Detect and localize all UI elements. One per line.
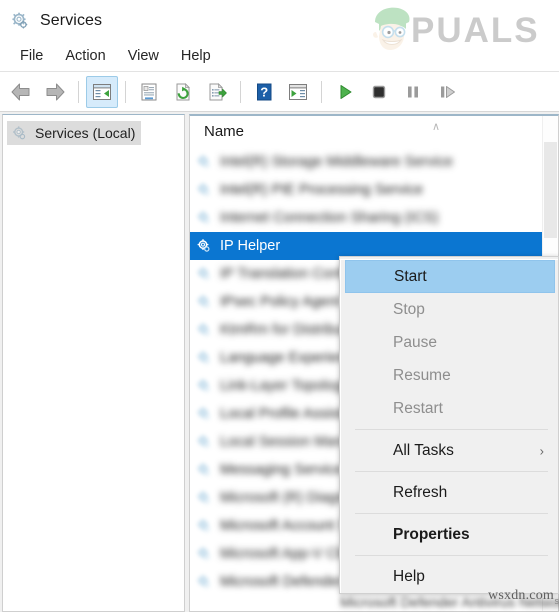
service-gear-icon (196, 462, 212, 478)
context-menu-item-label: Help (393, 567, 425, 585)
column-header-name[interactable]: Name (190, 123, 244, 140)
show-hide-tree-icon[interactable] (86, 75, 118, 108)
pause-service-icon[interactable] (397, 76, 429, 108)
forward-icon[interactable] (39, 76, 71, 108)
export-list-icon[interactable] (201, 76, 233, 108)
toolbar-separator-3 (240, 80, 241, 103)
service-name-label: Internet Connection Sharing (ICS) (220, 210, 439, 226)
stop-service-icon[interactable] (363, 76, 395, 108)
site-watermark: wsxdn.com (488, 588, 554, 603)
back-icon[interactable] (5, 76, 37, 108)
context-menu-item-properties[interactable]: Properties (341, 518, 558, 551)
toolbar-separator-2 (125, 80, 126, 103)
sidebar-item-label: Services (Local) (35, 125, 136, 141)
context-menu-item-restart: Restart (341, 392, 558, 425)
sidebar-item-services-local[interactable]: Services (Local) (7, 121, 142, 145)
start-service-icon[interactable] (329, 76, 361, 108)
service-gear-icon (196, 238, 212, 254)
services-gear-icon (10, 11, 30, 31)
service-gear-icon (196, 210, 212, 226)
context-menu-item-label: Pause (393, 333, 437, 351)
list-column-header: Name ∧ (190, 116, 558, 148)
context-menu-separator (355, 429, 548, 430)
toolbar-separator-1 (78, 80, 79, 103)
context-menu-item-all-tasks[interactable]: All Tasks › (341, 434, 558, 467)
context-menu-separator (355, 555, 548, 556)
sort-ascending-icon: ∧ (432, 121, 441, 133)
service-name-label: Messaging Service (220, 462, 343, 478)
service-gear-icon (196, 294, 212, 310)
service-gear-icon (196, 546, 212, 562)
context-menu-item-label: Restart (393, 399, 443, 417)
site-watermark-edge: s (554, 596, 559, 606)
service-gear-icon (196, 182, 212, 198)
service-gear-icon (196, 490, 212, 506)
context-menu-separator (355, 471, 548, 472)
title-bar: Services (0, 0, 559, 41)
context-menu-item-pause: Pause (341, 326, 558, 359)
toolbar: ? (0, 72, 559, 112)
service-gear-icon (196, 266, 212, 282)
context-menu-separator (355, 513, 548, 514)
menu-file[interactable]: File (9, 46, 54, 67)
context-menu-item-resume: Resume (341, 359, 558, 392)
service-gear-icon (196, 574, 212, 590)
service-gear-icon (196, 154, 212, 170)
service-gear-icon (196, 378, 212, 394)
context-menu-item-stop: Stop (341, 293, 558, 326)
service-name-label: IPsec Policy Agent (220, 294, 341, 310)
menu-bar: File Action View Help (0, 41, 559, 72)
table-row[interactable]: Intel(R) PIE Processing Service (190, 176, 558, 204)
help-icon[interactable]: ? (248, 76, 280, 108)
show-action-pane-icon[interactable] (282, 76, 314, 108)
service-name-label: IP Helper (220, 238, 281, 254)
service-gear-icon (196, 406, 212, 422)
refresh-icon[interactable] (167, 76, 199, 108)
services-window: Services File Action View Help ? Service… (0, 0, 559, 612)
service-gear-icon (196, 322, 212, 338)
table-row[interactable]: Internet Connection Sharing (ICS) (190, 204, 558, 232)
restart-service-icon[interactable] (431, 76, 463, 108)
context-menu-item-start[interactable]: Start (345, 260, 555, 293)
context-menu-item-label: Stop (393, 300, 425, 318)
table-row[interactable]: Intel(R) Storage Middleware Service (190, 148, 558, 176)
menu-view[interactable]: View (117, 46, 170, 67)
service-gear-icon (196, 434, 212, 450)
context-menu: Start Stop Pause Resume Restart All Tasks › Ref… (339, 256, 559, 594)
svg-text:?: ? (260, 84, 268, 99)
window-title: Services (40, 11, 103, 29)
context-menu-item-label: All Tasks (393, 441, 454, 459)
scrollbar-thumb[interactable] (544, 142, 557, 238)
context-menu-item-refresh[interactable]: Refresh (341, 476, 558, 509)
service-name-label: Intel(R) Storage Middleware Service (220, 154, 453, 170)
service-name-label: Intel(R) PIE Processing Service (220, 182, 424, 198)
properties-icon[interactable] (133, 76, 165, 108)
service-gear-icon (196, 518, 212, 534)
context-menu-item-label: Resume (393, 366, 451, 384)
console-tree-pane: Services (Local) (2, 114, 185, 612)
context-menu-item-label: Start (394, 267, 427, 285)
context-menu-item-label: Refresh (393, 483, 448, 501)
chevron-right-icon: › (539, 443, 544, 458)
menu-help[interactable]: Help (170, 46, 222, 67)
services-gear-icon (11, 125, 28, 142)
service-gear-icon (196, 350, 212, 366)
context-menu-item-label: Properties (393, 525, 470, 543)
toolbar-separator-4 (321, 80, 322, 103)
menu-action[interactable]: Action (54, 46, 116, 67)
